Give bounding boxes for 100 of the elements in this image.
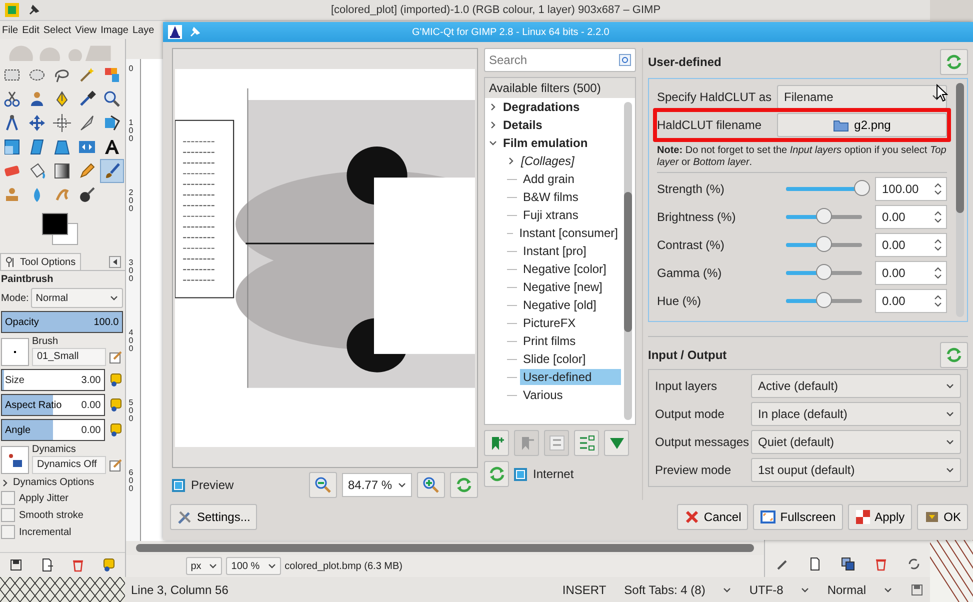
expander-icon[interactable] <box>489 103 497 111</box>
scrollbar[interactable] <box>136 544 754 552</box>
chevron-down-icon[interactable] <box>884 586 892 594</box>
tab-setting[interactable]: Soft Tabs: 4 (8) <box>624 582 706 596</box>
number-field[interactable]: 0.00 <box>875 205 947 229</box>
tool-options-tab[interactable]: Tool Options <box>0 253 81 270</box>
save-icon[interactable] <box>910 582 924 596</box>
menu-item[interactable]: Select <box>43 24 72 36</box>
zoom-dropdown[interactable]: 84.77 % <box>342 473 412 497</box>
expander-icon[interactable] <box>489 121 497 129</box>
filter-item[interactable]: B&W films <box>520 189 582 205</box>
filter-item[interactable]: Instant [pro] <box>520 243 590 259</box>
toggle-visibility-button[interactable] <box>574 430 599 456</box>
delete-icon[interactable] <box>874 557 888 571</box>
io-dropdown[interactable]: 1st ouput (default) <box>751 458 961 482</box>
option-slider[interactable]: Size 3.00 <box>1 369 105 391</box>
slider-handle[interactable] <box>854 180 870 196</box>
refresh-icon[interactable] <box>906 557 920 571</box>
scrollbar[interactable] <box>956 83 964 317</box>
filter-item[interactable]: PictureFX <box>520 315 579 331</box>
search-field[interactable]: Search <box>484 48 636 72</box>
spin-arrows-icon[interactable] <box>934 266 942 280</box>
ok-button[interactable]: OK <box>916 504 968 530</box>
tab-menu-icon[interactable] <box>108 256 121 268</box>
number-field[interactable]: 0.00 <box>875 233 947 257</box>
edit-icon[interactable] <box>108 350 123 364</box>
checkbox[interactable] <box>1 525 15 539</box>
filter-folder[interactable]: Details <box>500 117 546 133</box>
filter-folder[interactable]: Degradations <box>500 99 583 115</box>
checkbox[interactable] <box>1 491 15 505</box>
checkbox[interactable] <box>1 508 15 522</box>
filter-item[interactable]: Negative [new] <box>520 279 606 295</box>
internet-checkbox[interactable] <box>514 468 527 480</box>
io-dropdown[interactable]: In place (default) <box>751 402 961 426</box>
spin-arrows-icon[interactable] <box>934 182 942 196</box>
save-icon[interactable] <box>8 558 23 572</box>
apply-button[interactable]: Apply <box>848 504 912 530</box>
tool-button[interactable] <box>50 111 74 135</box>
option-slider[interactable]: Angle 0.00 <box>1 419 105 441</box>
reset-link-icon[interactable] <box>108 423 123 437</box>
menu-item[interactable]: Edit <box>22 24 40 36</box>
filter-item[interactable]: Negative [old] <box>520 297 600 313</box>
filter-item[interactable]: Print films <box>520 333 579 349</box>
menu-item[interactable]: Image <box>100 24 128 36</box>
expand-all-button[interactable] <box>604 430 629 456</box>
reset-link-icon[interactable] <box>108 373 123 387</box>
settings-button[interactable]: Settings... <box>170 504 258 530</box>
filter-item[interactable]: Slide [color] <box>520 351 589 367</box>
slider-handle[interactable] <box>816 264 832 280</box>
reset-link-icon[interactable] <box>108 398 123 412</box>
page-icon[interactable] <box>808 557 822 571</box>
mode-dropdown[interactable]: Normal <box>30 288 123 308</box>
number-field[interactable]: 100.00 <box>875 177 947 201</box>
filter-item[interactable]: Add grain <box>520 171 578 187</box>
slider-handle[interactable] <box>816 208 832 224</box>
fullscreen-button[interactable]: Fullscreen <box>753 504 843 530</box>
number-field[interactable]: 0.00 <box>875 289 947 313</box>
foreground-background-colors[interactable] <box>40 211 78 245</box>
expander-label[interactable]: Dynamics Options <box>13 477 94 488</box>
io-dropdown[interactable]: Active (default) <box>751 374 961 398</box>
brush-field[interactable]: 01_Small <box>32 348 106 366</box>
add-favorite-button[interactable] <box>484 430 509 456</box>
dynamics-field[interactable]: Dynamics Off <box>32 456 106 474</box>
encoding-setting[interactable]: UTF-8 <box>749 582 784 596</box>
filter-item[interactable]: Various <box>520 387 566 403</box>
syntax-setting[interactable]: Normal <box>827 582 866 596</box>
spin-arrows-icon[interactable] <box>934 210 942 224</box>
chevron-down-icon[interactable] <box>723 586 732 594</box>
number-field[interactable]: 0.00 <box>875 261 947 285</box>
duplicate-icon[interactable] <box>840 557 855 571</box>
slider-handle[interactable] <box>816 236 832 252</box>
scrollbar[interactable] <box>624 102 632 420</box>
filter-item[interactable]: User-defined <box>520 369 621 385</box>
expander-icon[interactable] <box>507 157 515 165</box>
menu-item[interactable]: View <box>75 24 97 36</box>
filter-item[interactable]: Fuji xtrans <box>520 207 582 223</box>
expander-icon[interactable] <box>489 139 497 147</box>
zoom-out-button[interactable] <box>309 472 337 498</box>
expander-icon[interactable] <box>1 478 9 486</box>
filter-item[interactable]: Negative [color] <box>520 261 610 277</box>
file-chooser-button[interactable]: g2.png <box>777 113 947 137</box>
filter-folder[interactable]: [Collages] <box>518 153 578 169</box>
dynamics-preview[interactable] <box>1 446 29 474</box>
spin-arrows-icon[interactable] <box>934 294 942 308</box>
reset-icon[interactable] <box>102 558 116 572</box>
opacity-slider[interactable]: Opacity 100.0 <box>1 311 123 333</box>
io-dropdown[interactable]: Quiet (default) <box>751 430 961 454</box>
delete-icon[interactable] <box>70 558 85 572</box>
menu-item[interactable]: File <box>2 24 18 36</box>
filter-folder[interactable]: Film emulation <box>500 135 591 151</box>
chevron-down-icon[interactable] <box>801 586 810 594</box>
spin-arrows-icon[interactable] <box>934 238 942 252</box>
edit-icon[interactable] <box>108 458 123 472</box>
zoom-in-button[interactable] <box>417 472 445 498</box>
cancel-button[interactable]: Cancel <box>676 504 748 530</box>
unit-dropdown[interactable]: px <box>186 557 222 575</box>
slider-handle[interactable] <box>816 292 832 308</box>
menu-item[interactable]: Laye <box>132 24 154 36</box>
zoom-dropdown[interactable]: 100 % <box>226 557 281 575</box>
parameter-dropdown[interactable]: Filename <box>777 85 947 109</box>
